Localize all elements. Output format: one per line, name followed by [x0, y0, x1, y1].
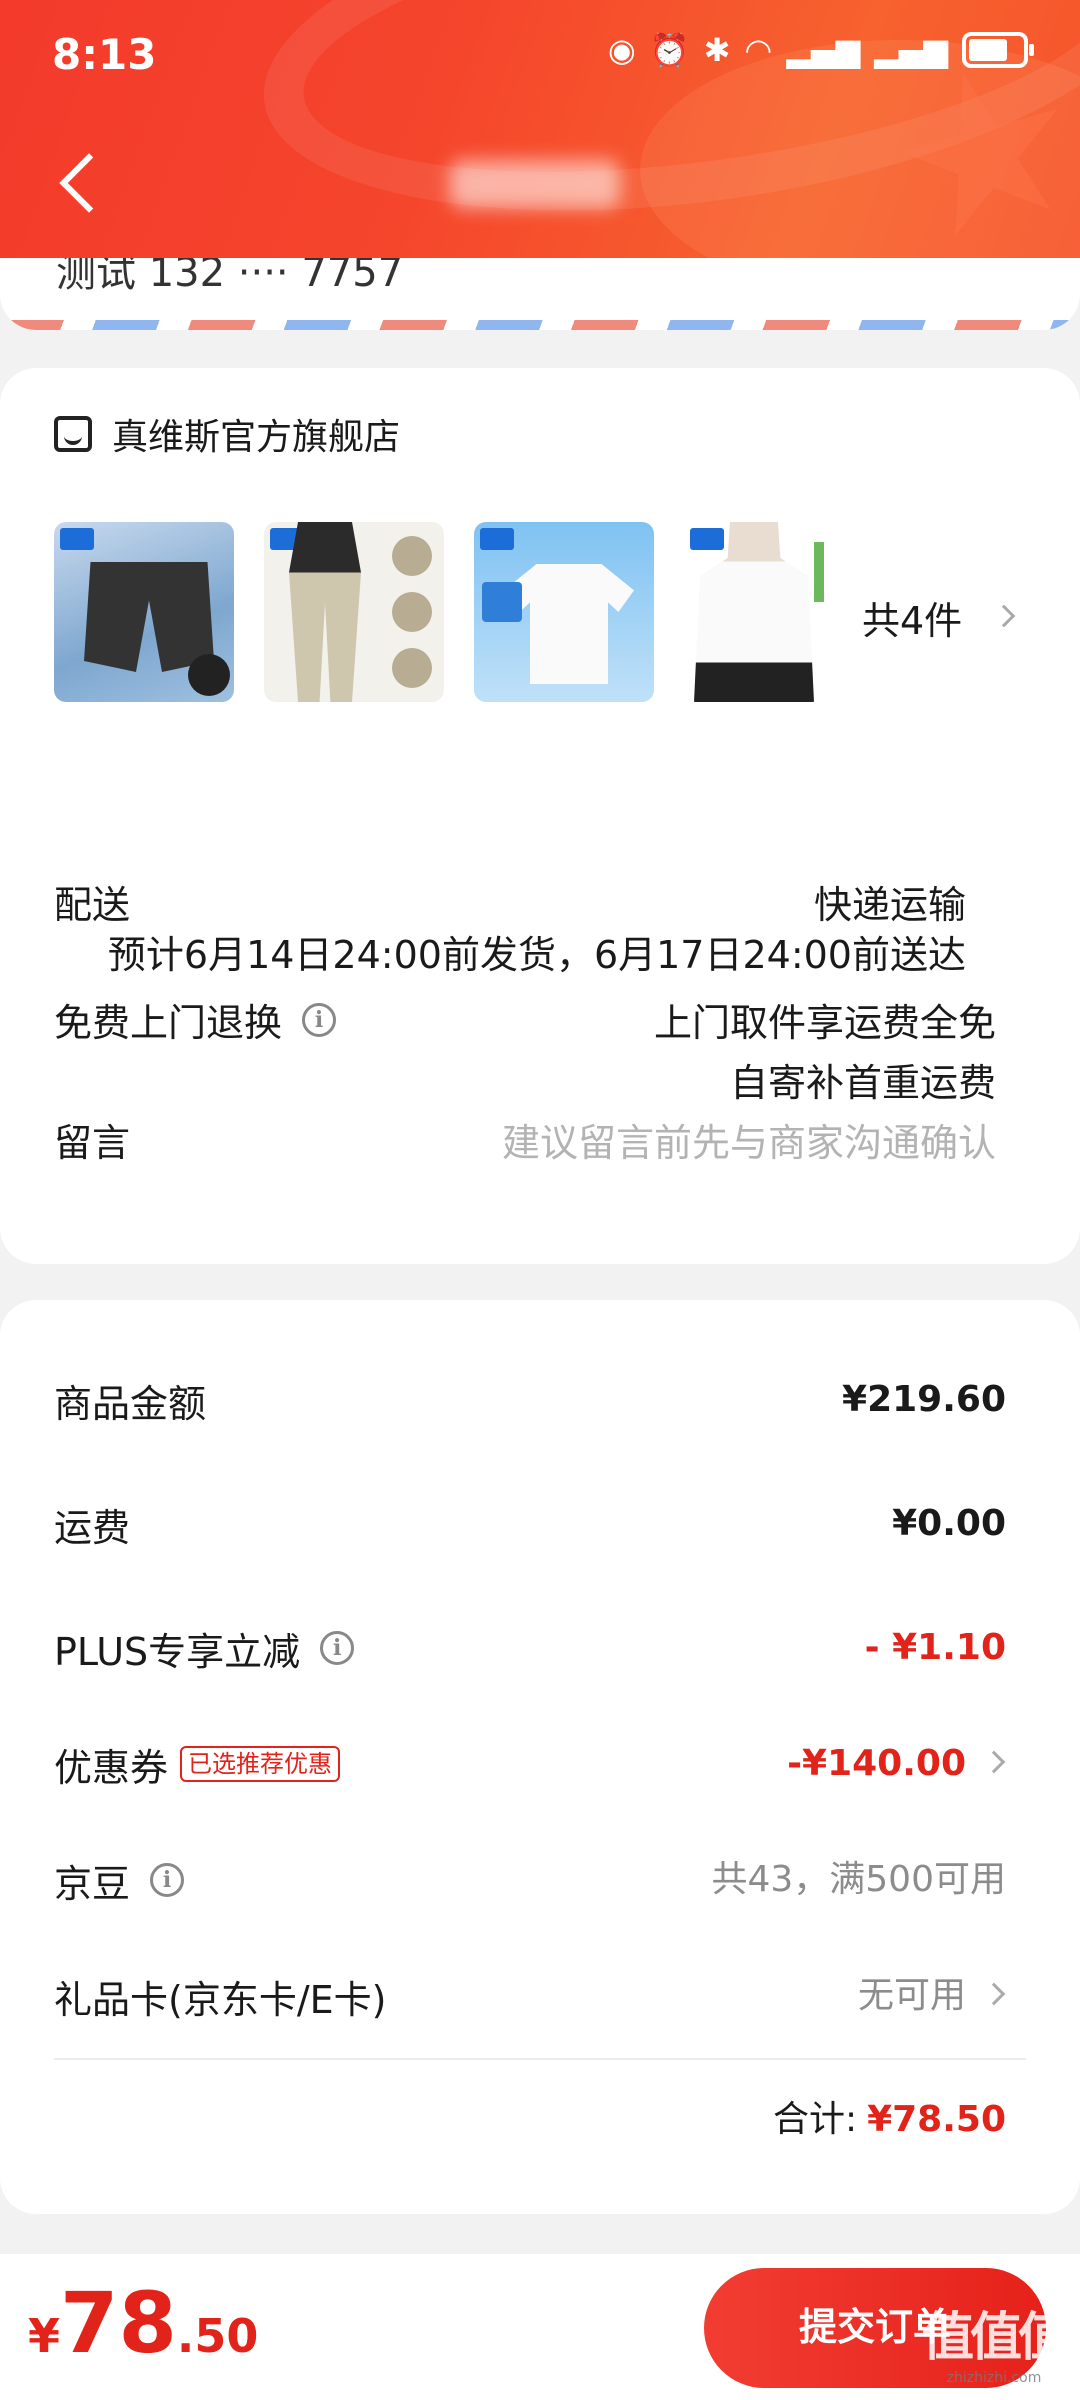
shorts-image	[84, 562, 214, 672]
plus-discount-label-wrap: PLUS专享立减 i	[54, 1618, 355, 1678]
plus-discount-value: - ¥1.10	[864, 1627, 1006, 1668]
jingdou-row: 京豆 i 共43，满500可用	[54, 1850, 1006, 1910]
brand-logo	[60, 528, 94, 550]
watermark-logo: 值值值	[921, 2308, 1070, 2368]
info-icon[interactable]: i	[320, 1631, 355, 1665]
price-decimal: .50	[176, 2309, 259, 2363]
info-icon[interactable]: i	[302, 1002, 337, 1037]
pay-price: ¥ 78 .50	[28, 2274, 258, 2372]
pants-image	[289, 522, 361, 702]
delivery-estimate: 预计6月14日24:00前发货，6月17日24:00前送达	[107, 933, 966, 977]
signal-4g-icon: ▂▄▆	[874, 31, 948, 69]
total-value: ¥78.50	[867, 2099, 1006, 2140]
header-bar: 8:13 ◉ ⏰ ✱ ◠ ▂▄▆ ▂▄▆	[0, 0, 1080, 258]
product-thumb-tank[interactable]	[684, 522, 824, 702]
chevron-right-icon[interactable]	[982, 1982, 1006, 2006]
amount-card: 商品金额 ¥219.60 运费 ¥0.00 PLUS专享立减 i - ¥1.10…	[0, 1300, 1080, 2214]
watermark: 值值值 zhizhizhi.com	[921, 2295, 1070, 2386]
plus-discount-label: PLUS专享立减	[54, 1629, 301, 1674]
wifi-icon: ◠	[744, 31, 773, 69]
store-header[interactable]: 真维斯官方旗舰店	[54, 408, 400, 460]
fabric-swatch	[392, 648, 432, 688]
coupon-label: 优惠券	[54, 1745, 169, 1790]
goods-amount-row: 商品金额 ¥219.60	[54, 1370, 1006, 1430]
free-return-label: 免费上门退换	[54, 1001, 283, 1045]
free-return-line2: 自寄补首重运费	[729, 1061, 996, 1105]
product-thumb-pants[interactable]	[264, 522, 444, 702]
airmail-border	[0, 320, 1080, 330]
status-icons: ◉ ⏰ ✱ ◠ ▂▄▆ ▂▄▆	[607, 30, 1034, 70]
product-thumb-tshirt[interactable]	[474, 522, 654, 702]
message-label: 留言	[54, 1121, 131, 1165]
watermark-url: zhizhizhi.com	[946, 2370, 1042, 2386]
giftcard-value: 无可用	[857, 1975, 966, 2016]
free-return-line1: 上门取件享运费全免	[653, 1001, 996, 1045]
items-count[interactable]: 共4件	[862, 590, 962, 645]
bluetooth-icon: ✱	[703, 31, 731, 69]
total-label: 合计:	[772, 2099, 858, 2140]
currency-symbol: ¥	[28, 2309, 61, 2363]
coupon-row[interactable]: 优惠券 已选推荐优惠 -¥140.00	[54, 1734, 1006, 1794]
store-icon	[54, 416, 92, 452]
promo-label	[482, 582, 522, 622]
chevron-right-icon[interactable]	[992, 604, 1016, 628]
signal-4g-icon: ▂▄▆	[786, 31, 861, 69]
coupon-value: -¥140.00	[787, 1743, 966, 1784]
delivery-label: 配送	[54, 883, 131, 927]
plus-discount-row: PLUS专享立减 i - ¥1.10	[54, 1618, 1006, 1678]
alarm-icon: ⏰	[649, 31, 690, 69]
tag-strip	[814, 542, 824, 602]
shipping-value: ¥0.00	[892, 1503, 1006, 1544]
giftcard-label: 礼品卡(京东卡/E卡)	[54, 1977, 387, 2022]
shipping-label: 运费	[54, 1505, 131, 1550]
total-row: 合计: ¥78.50	[773, 2090, 1006, 2142]
battery-icon	[962, 32, 1034, 68]
fabric-swatch	[392, 536, 432, 576]
brand-logo	[480, 528, 514, 550]
coupon-label-wrap: 优惠券 已选推荐优惠	[54, 1734, 341, 1794]
product-thumbnails[interactable]	[54, 522, 824, 702]
coupon-tag: 已选推荐优惠	[180, 1746, 341, 1782]
jingdou-label: 京豆	[54, 1861, 131, 1906]
jingdou-label-wrap: 京豆 i	[54, 1850, 185, 1910]
store-card: 真维斯官方旗舰店 共4件 配送 快递运输 预计6月14日24:00前发货，6月1…	[0, 368, 1080, 1264]
info-icon[interactable]: i	[150, 1863, 185, 1897]
checkout-bar: ¥ 78 .50 提交订单 值值值 zhizhizhi.com	[0, 2254, 1080, 2400]
status-time: 8:13	[52, 30, 157, 79]
page-title-blurred	[450, 160, 620, 208]
goods-amount-value: ¥219.60	[842, 1379, 1006, 1420]
free-return-row: 免费上门退换 i	[54, 992, 337, 1047]
message-input[interactable]: 建议留言前先与商家沟通确认	[502, 1112, 996, 1167]
eye-icon: ◉	[607, 31, 636, 69]
chevron-right-icon[interactable]	[982, 1750, 1006, 1774]
store-name: 真维斯官方旗舰店	[112, 417, 401, 458]
fabric-swatch	[392, 592, 432, 632]
delivery-method[interactable]: 快递运输	[814, 874, 966, 929]
giftcard-row[interactable]: 礼品卡(京东卡/E卡) 无可用	[54, 1966, 1006, 2026]
tshirt-image	[504, 564, 634, 684]
fabric-badge	[188, 654, 230, 696]
goods-amount-label: 商品金额	[54, 1381, 207, 1426]
back-button[interactable]	[56, 150, 96, 220]
shipping-row: 运费 ¥0.00	[54, 1494, 1006, 1554]
price-integer: 78	[60, 2274, 177, 2372]
brand-logo	[690, 528, 724, 550]
jingdou-value: 共43，满500可用	[711, 1859, 1006, 1900]
product-thumb-shorts[interactable]	[54, 522, 234, 702]
divider	[54, 2058, 1026, 2060]
